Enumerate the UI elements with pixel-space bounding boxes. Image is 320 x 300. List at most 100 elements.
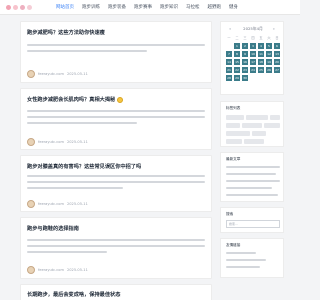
- calendar-weekday: 日: [275, 36, 279, 40]
- calendar-weekday: 四: [251, 36, 255, 40]
- post-title[interactable]: 跑步减肥吗？这些方法助你快速瘦: [27, 29, 105, 36]
- calendar-day[interactable]: 23: [241, 66, 249, 74]
- tag-chip[interactable]: [242, 123, 262, 128]
- calendar-day[interactable]: 13: [273, 50, 281, 58]
- calendar-day[interactable]: 22: [233, 66, 241, 74]
- calendar-day[interactable]: 25: [257, 66, 265, 74]
- post-author[interactable]: feerayutc.com: [38, 202, 64, 206]
- latest-post-link[interactable]: [226, 173, 276, 175]
- post-title[interactable]: 长期跑步，最后会变成啥，保持最佳状态: [27, 291, 120, 298]
- calendar-weekday: 一: [227, 36, 231, 40]
- calendar-day[interactable]: 5: [265, 42, 273, 50]
- calendar-day[interactable]: 28: [225, 74, 233, 82]
- calendar-empty-cell: [226, 43, 233, 50]
- nav-item-trail[interactable]: 越野跑: [204, 0, 226, 15]
- tag-chip[interactable]: [226, 139, 242, 144]
- calendar-day[interactable]: 15: [233, 58, 241, 66]
- latest-post-link[interactable]: [226, 187, 272, 189]
- excerpt-line: [27, 122, 137, 124]
- calendar-day[interactable]: 26: [265, 66, 273, 74]
- calendar-day[interactable]: 21: [225, 66, 233, 74]
- calendar-day[interactable]: 14: [225, 58, 233, 66]
- calendar-next-button[interactable]: »: [273, 26, 275, 31]
- calendar-day[interactable]: 6: [273, 42, 281, 50]
- tag-chip[interactable]: [270, 115, 280, 120]
- post-author[interactable]: feerayutc.com: [38, 140, 64, 144]
- tag-chip[interactable]: [252, 131, 266, 136]
- calendar-day[interactable]: 1: [233, 42, 241, 50]
- calendar-day[interactable]: 12: [265, 50, 273, 58]
- calendar-weekday: 三: [243, 36, 247, 40]
- calendar-day[interactable]: 19: [265, 58, 273, 66]
- friend-link[interactable]: [226, 266, 260, 268]
- search-input[interactable]: 搜索...: [226, 220, 280, 228]
- nav-item-knowledge[interactable]: 跑步知识: [156, 0, 182, 15]
- excerpt-line: [27, 239, 205, 241]
- excerpt-line: [27, 44, 205, 46]
- latest-post-link[interactable]: [226, 166, 280, 168]
- calendar-day[interactable]: 29: [233, 74, 241, 82]
- calendar-day[interactable]: 24: [249, 66, 257, 74]
- post-author[interactable]: feerayutc.com: [38, 268, 64, 272]
- post-meta: feerayutc.com 2025-05-11: [27, 200, 88, 208]
- friend-link[interactable]: [226, 259, 266, 261]
- post-title-text[interactable]: 跑步与跑鞋的选择指南: [27, 225, 79, 232]
- tag-chip[interactable]: [226, 115, 244, 120]
- calendar-day[interactable]: 3: [249, 42, 257, 50]
- calendar-day[interactable]: 30: [241, 74, 249, 82]
- nav-item-gear[interactable]: 跑步装备: [104, 0, 130, 15]
- calendar-day[interactable]: 17: [249, 58, 257, 66]
- post-card[interactable]: 跑步与跑鞋的选择指南 feerayutc.com 2025-05-11: [20, 217, 212, 279]
- site-logo[interactable]: [6, 3, 46, 12]
- post-title[interactable]: 跑步对膝盖真的有害吗？这些常见误区你中招了吗: [27, 163, 141, 170]
- calendar-day[interactable]: 4: [257, 42, 265, 50]
- tag-chip[interactable]: [244, 139, 264, 144]
- page: 网站首页 跑步训练 跑步装备 跑步赛事 跑步知识 马拉松 越野跑 健身 跑步减肥…: [0, 0, 300, 300]
- post-meta: feerayutc.com 2025-05-11: [27, 138, 88, 146]
- post-card[interactable]: 跑步减肥吗？这些方法助你快速瘦 feerayutc.com 2025-05-11: [20, 21, 212, 83]
- calendar-day[interactable]: 16: [241, 58, 249, 66]
- post-author[interactable]: feerayutc.com: [38, 72, 64, 76]
- calendar-day[interactable]: 27: [273, 66, 281, 74]
- friend-links-widget: 友情链接: [220, 238, 284, 278]
- latest-post-link[interactable]: [226, 180, 280, 182]
- widget-title: 搜索: [226, 212, 234, 216]
- nav-item-marathon[interactable]: 马拉松: [182, 0, 204, 15]
- tag-chip[interactable]: [264, 123, 280, 128]
- calendar-day[interactable]: 2: [241, 42, 249, 50]
- post-card[interactable]: 女性跑步减肥会长肌肉吗？真相大揭秘 feerayutc.com 2025-05-…: [20, 88, 212, 150]
- calendar-day[interactable]: 18: [257, 58, 265, 66]
- main-nav: 网站首页 跑步训练 跑步装备 跑步赛事 跑步知识 马拉松 越野跑 健身: [52, 0, 242, 15]
- nav-item-home[interactable]: 网站首页: [52, 0, 78, 15]
- calendar-month-label: 2025年4月: [243, 26, 263, 31]
- calendar-day[interactable]: 10: [249, 50, 257, 58]
- post-title-text[interactable]: 跑步减肥吗？这些方法助你快速瘦: [27, 29, 105, 36]
- post-date: 2025-05-11: [66, 202, 88, 206]
- post-title-text[interactable]: 女性跑步减肥会长肌肉吗？真相大揭秘: [27, 96, 115, 103]
- calendar-day[interactable]: 7: [225, 50, 233, 58]
- nav-item-races[interactable]: 跑步赛事: [130, 0, 156, 15]
- nav-item-training[interactable]: 跑步训练: [78, 0, 104, 15]
- post-card[interactable]: 长期跑步，最后会变成啥，保持最佳状态: [20, 284, 212, 300]
- calendar-day[interactable]: 9: [241, 50, 249, 58]
- post-title[interactable]: 跑步与跑鞋的选择指南: [27, 225, 79, 232]
- calendar-day[interactable]: 20: [273, 58, 281, 66]
- top-nav-bar: 网站首页 跑步训练 跑步装备 跑步赛事 跑步知识 马拉松 越野跑 健身: [0, 0, 300, 15]
- post-card[interactable]: 跑步对膝盖真的有害吗？这些常见误区你中招了吗 feerayutc.com 202…: [20, 155, 212, 212]
- calendar-day[interactable]: 11: [257, 50, 265, 58]
- nav-item-fitness[interactable]: 健身: [225, 0, 242, 15]
- post-title[interactable]: 女性跑步减肥会长肌肉吗？真相大揭秘: [27, 96, 124, 103]
- tag-chip[interactable]: [226, 123, 240, 128]
- calendar-empty-cell: [274, 75, 281, 82]
- avatar: [27, 266, 35, 274]
- calendar-widget: « 2025年4月 » 一二三四五六日 1 2 3 4 5 6 7 8 9 10 11 12 13 14 15…: [220, 21, 284, 95]
- post-title-text[interactable]: 跑步对膝盖真的有害吗？这些常见误区你中招了吗: [27, 163, 141, 170]
- latest-post-link[interactable]: [226, 194, 278, 196]
- post-title-text[interactable]: 长期跑步，最后会变成啥，保持最佳状态: [27, 291, 120, 298]
- calendar-empty-cell: [258, 75, 265, 82]
- tag-chip[interactable]: [226, 131, 250, 136]
- calendar-day[interactable]: 8: [233, 50, 241, 58]
- tag-chip[interactable]: [246, 115, 268, 120]
- avatar: [27, 138, 35, 146]
- friend-link[interactable]: [226, 252, 256, 254]
